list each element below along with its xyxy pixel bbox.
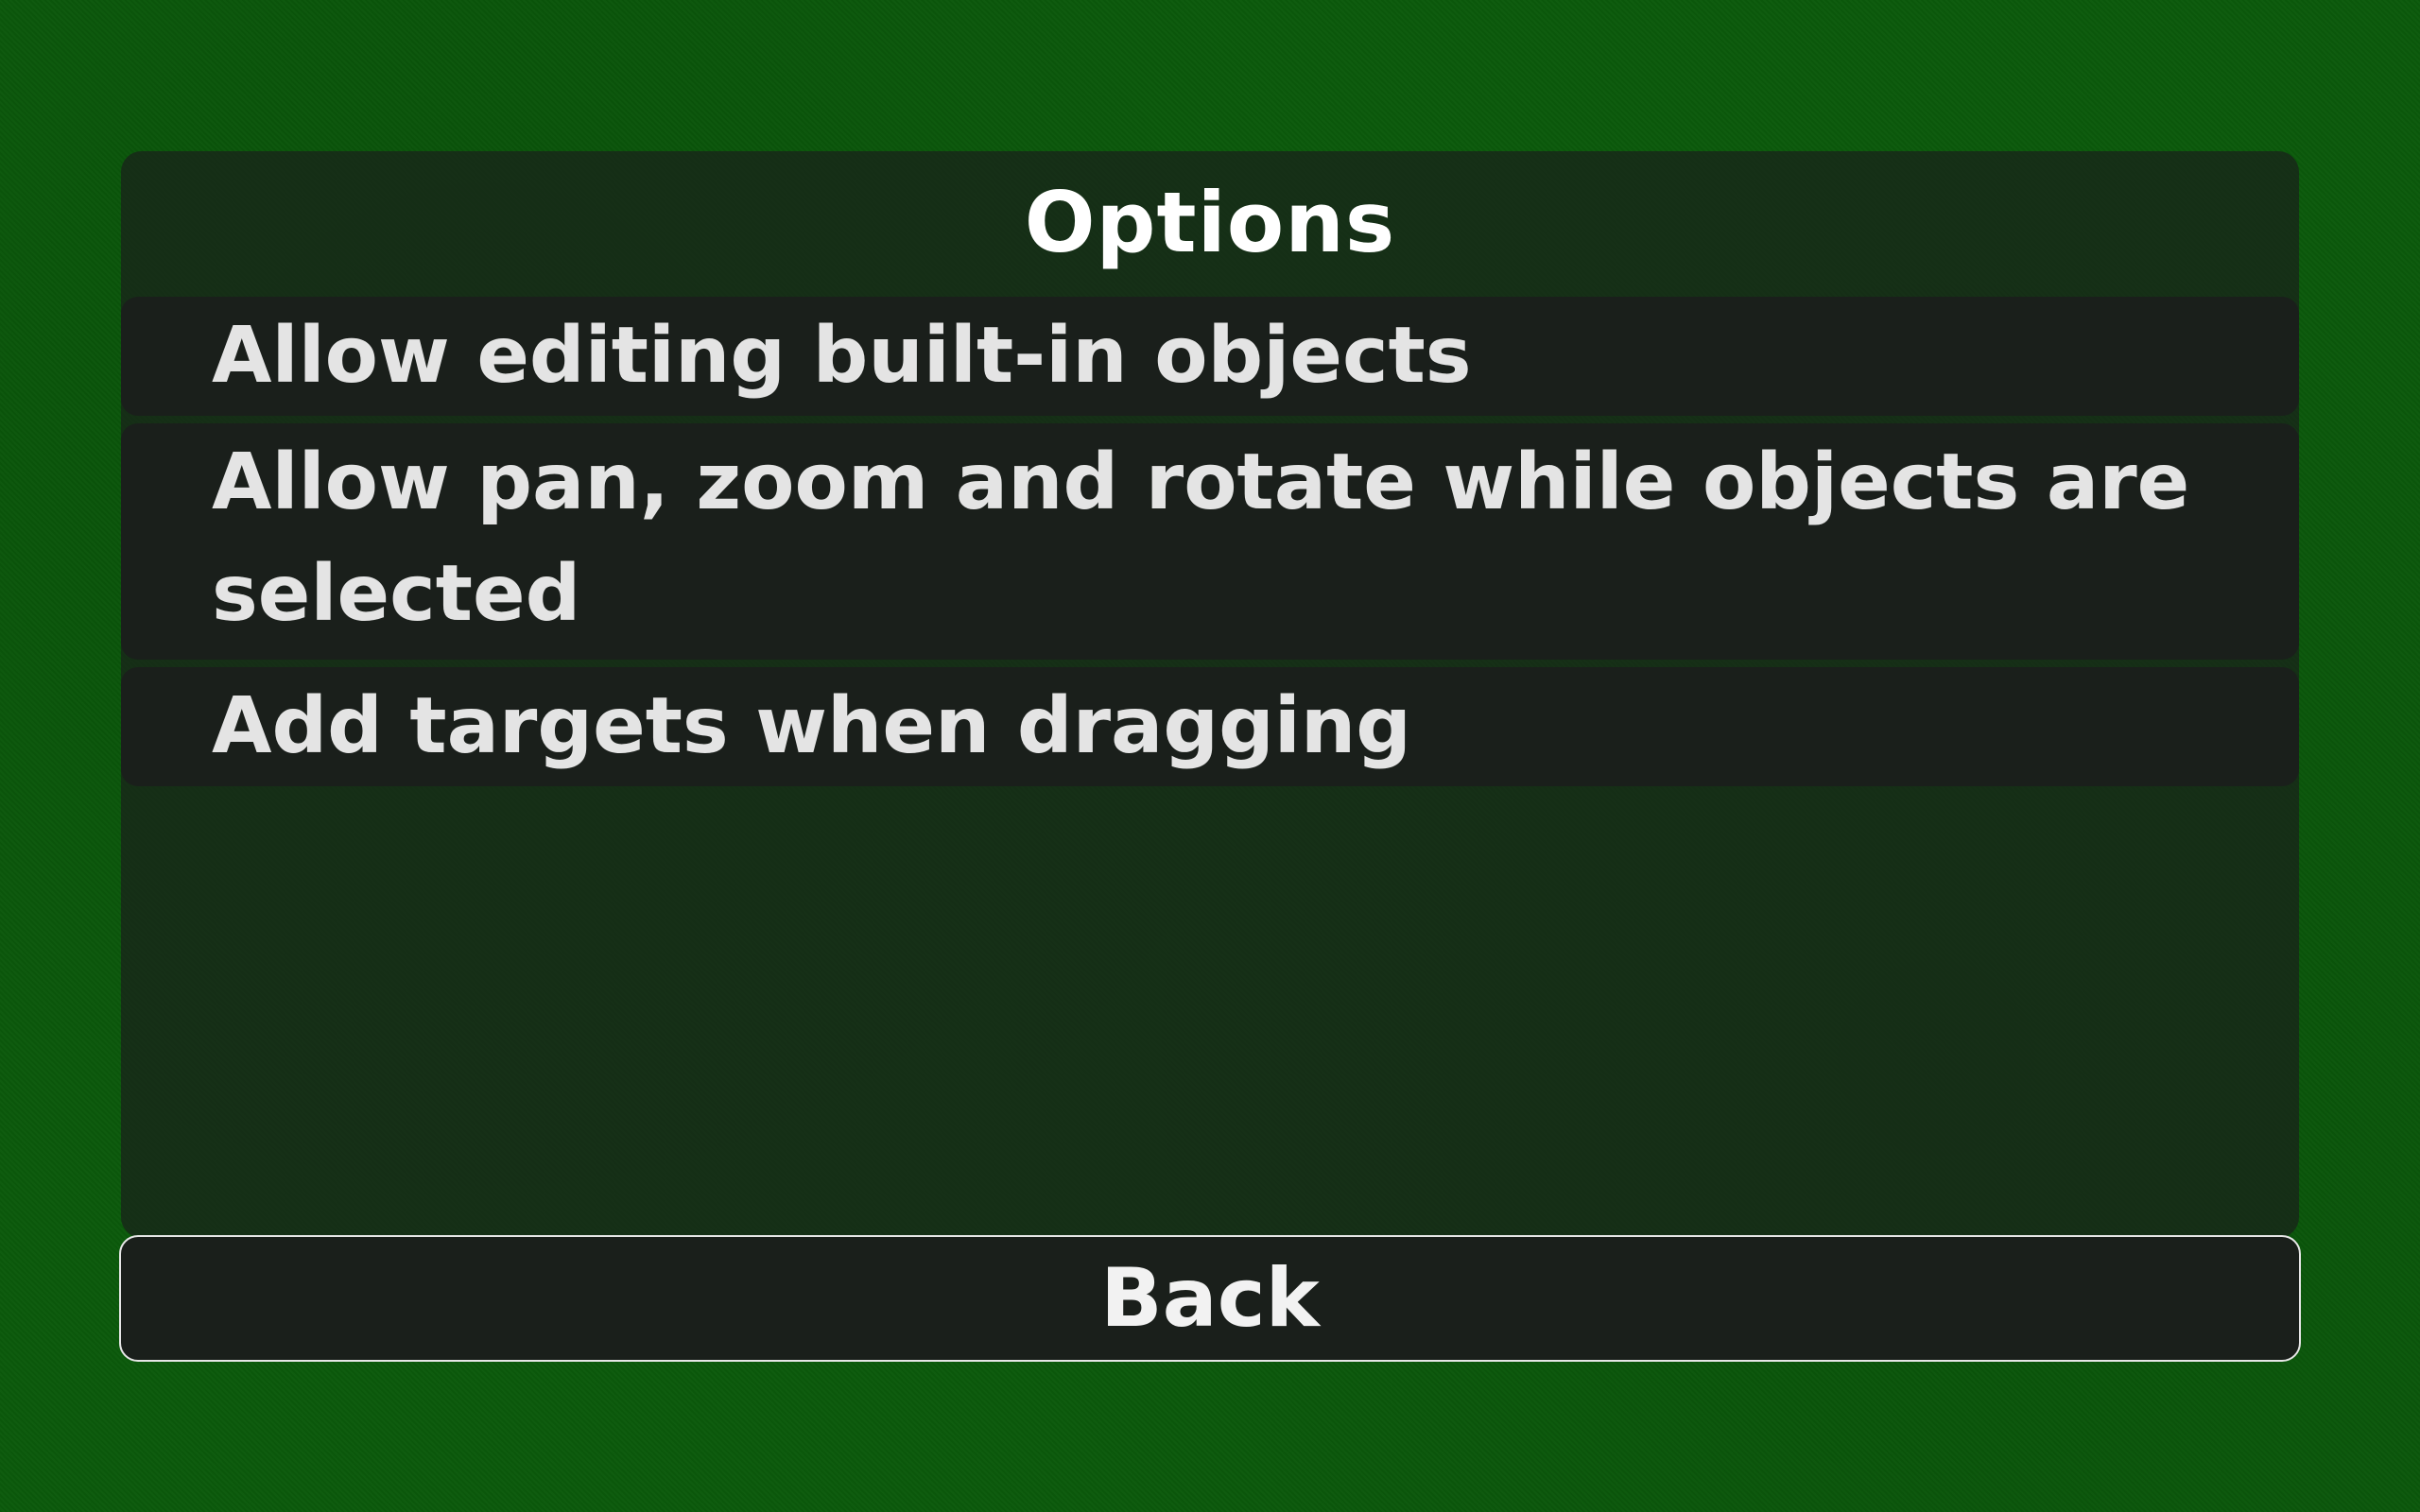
page-title: Options [1024, 173, 1396, 271]
option-list: Allow editing built-in objects Allow pan… [121, 297, 2299, 794]
options-panel: Options Allow editing built-in objects A… [121, 151, 2299, 1238]
option-allow-pan-zoom-rotate[interactable]: Allow pan, zoom and rotate while objects… [121, 423, 2299, 660]
option-add-targets-when-dragging[interactable]: Add targets when dragging [121, 667, 2299, 786]
back-button[interactable]: Back [119, 1235, 2301, 1362]
option-allow-editing-built-in-objects[interactable]: Allow editing built-in objects [121, 297, 2299, 416]
